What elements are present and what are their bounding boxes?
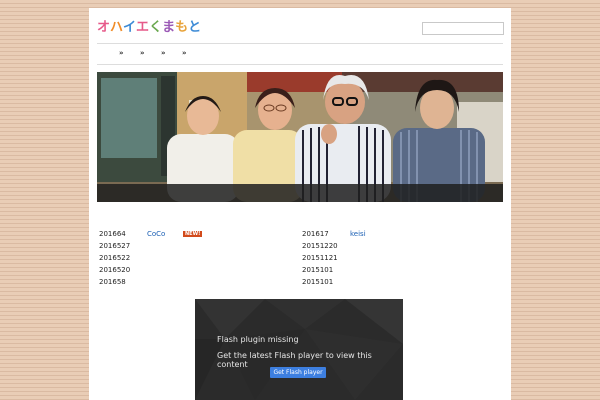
logo-letter: オ [97, 20, 111, 35]
nav-divider [97, 64, 503, 65]
header-divider [97, 43, 503, 44]
list-item-date[interactable]: 201658 [99, 278, 126, 286]
flash-player-placeholder: Flash plugin missing Get the latest Flas… [195, 299, 403, 400]
list-item-link[interactable]: CoCo [147, 230, 165, 238]
nav-item-1[interactable]: » [119, 49, 124, 57]
list-item-date: 201617 [302, 230, 329, 238]
logo-letter: エ [136, 20, 150, 35]
hero-slideshow[interactable] [97, 72, 503, 202]
get-flash-button[interactable]: Get Flash player [270, 367, 326, 378]
list-item: 201617 keisi [302, 230, 366, 238]
list-item-date[interactable]: 2015101 [302, 266, 333, 274]
list-item: 201658 [99, 278, 126, 286]
search-input[interactable] [422, 22, 504, 35]
site-logo[interactable]: オハイエくまもと [97, 16, 201, 35]
logo-letter: も [175, 20, 189, 35]
flash-missing-title: Flash plugin missing [217, 335, 299, 344]
logo-letter: ハ [110, 20, 124, 35]
list-item-date[interactable]: 20151121 [302, 254, 338, 262]
list-item-link[interactable]: keisi [350, 230, 366, 238]
list-item: 20151121 [302, 254, 338, 262]
hero-caption-bar [97, 184, 503, 202]
logo-letter: イ [123, 20, 137, 35]
list-item-date[interactable]: 2016522 [99, 254, 130, 262]
list-item: 2016520 [99, 266, 130, 274]
nav-item-2[interactable]: » [140, 49, 145, 57]
list-item-date[interactable]: 20151220 [302, 242, 338, 250]
logo-letter: と [188, 20, 202, 35]
list-item: 201664 CoCo NEW! [99, 230, 203, 238]
nav-item-4[interactable]: » [182, 49, 187, 57]
list-item: 2016522 [99, 254, 130, 262]
list-item-date[interactable]: 2016527 [99, 242, 130, 250]
hero-photo [97, 72, 503, 202]
list-item-date: 201664 [99, 230, 126, 238]
main-nav: » » » » [97, 49, 503, 59]
logo-letter: く [149, 20, 163, 35]
list-item: 2015101 [302, 278, 333, 286]
list-item: 2015101 [302, 266, 333, 274]
list-item-date[interactable]: 2016520 [99, 266, 130, 274]
updates-list-left: 201664 CoCo NEW! 2016527 2016522 2016520… [99, 230, 279, 290]
logo-letter: ま [162, 20, 176, 35]
page-container: オハイエくまもと » » » » 201664 CoCo NEW! 201652… [89, 8, 511, 400]
nav-item-3[interactable]: » [161, 49, 166, 57]
flash-background-pattern [195, 299, 403, 400]
list-item: 20151220 [302, 242, 338, 250]
updates-list-right: 201617 keisi 20151220 20151121 2015101 2… [302, 230, 482, 290]
list-item: 2016527 [99, 242, 130, 250]
new-badge: NEW! [183, 231, 203, 237]
list-item-date[interactable]: 2015101 [302, 278, 333, 286]
